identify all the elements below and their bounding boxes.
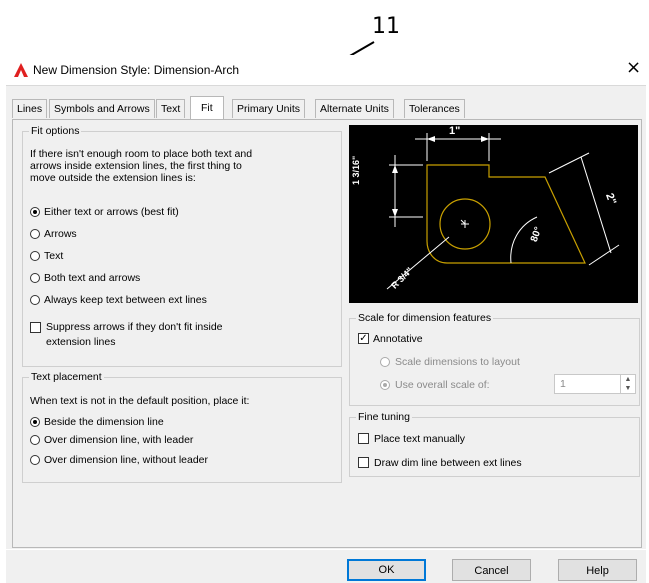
- group-title: Fine tuning: [356, 411, 412, 423]
- radio-label: Beside the dimension line: [44, 416, 164, 428]
- checkbox[interactable]: [30, 322, 41, 333]
- callout-11: 11: [372, 14, 400, 39]
- checkbox-label: Suppress arrows if they don't fit inside…: [46, 321, 223, 348]
- tab-alternate-units[interactable]: Alternate Units: [315, 99, 394, 118]
- tab-text[interactable]: Text: [156, 99, 186, 118]
- cancel-button[interactable]: Cancel: [452, 559, 531, 581]
- radio-label: Use overall scale of:: [395, 379, 490, 391]
- fit-options-description: If there isn't enough room to place both…: [30, 148, 253, 184]
- radio-button[interactable]: [30, 251, 40, 261]
- radio-label: Scale dimensions to layout: [395, 356, 520, 368]
- tab-lines[interactable]: Lines: [12, 99, 48, 118]
- dim-text-left: 1 3/16": [351, 155, 361, 185]
- tab-fit[interactable]: Fit: [190, 96, 224, 119]
- radio-label: Arrows: [44, 228, 77, 240]
- checkbox-label: Annotative: [373, 333, 423, 345]
- group-title: Text placement: [29, 371, 104, 383]
- radio-label: Either text or arrows (best fit): [44, 206, 179, 218]
- tab-primary-units[interactable]: Primary Units: [232, 99, 306, 118]
- group-title: Scale for dimension features: [356, 312, 494, 324]
- spinner-arrows-icon[interactable]: ▲ ▼: [620, 375, 635, 393]
- overall-scale-spinner[interactable]: 1 ▲ ▼: [554, 374, 636, 394]
- radio-button[interactable]: [30, 417, 40, 427]
- radio-label: Text: [44, 250, 64, 262]
- radio-label: Over dimension line, without leader: [44, 454, 209, 466]
- dimension-preview: 1" 1 3/16" 2" 80° R 3/4": [349, 125, 638, 303]
- spinner-value: 1: [560, 378, 566, 390]
- radio-button[interactable]: [30, 207, 40, 217]
- radio-button[interactable]: [380, 380, 390, 390]
- autocad-logo-icon: [14, 63, 28, 77]
- radio-button[interactable]: [30, 229, 40, 239]
- dialog-footer: [6, 550, 646, 583]
- checkbox-label: Place text manually: [374, 433, 466, 445]
- tab-symbols-and-arrows[interactable]: Symbols and Arrows: [49, 99, 155, 118]
- title-bar: New Dimension Style: Dimension-Arch ×: [6, 55, 646, 85]
- checkbox[interactable]: [358, 457, 369, 468]
- tab-tolerances[interactable]: Tolerances: [404, 99, 465, 118]
- radio-button[interactable]: [30, 273, 40, 283]
- help-button[interactable]: Help: [558, 559, 637, 581]
- dim-text-top: 1": [449, 125, 461, 137]
- checkbox-label: Draw dim line between ext lines: [374, 457, 522, 469]
- dimension-style-dialog: New Dimension Style: Dimension-Arch × Li…: [6, 55, 646, 583]
- radio-label: Both text and arrows: [44, 272, 141, 284]
- text-placement-group: Text placement: [22, 371, 342, 483]
- checkbox[interactable]: ✓: [358, 333, 369, 344]
- group-title: Fit options: [29, 125, 82, 137]
- checkbox[interactable]: [358, 433, 369, 444]
- close-icon[interactable]: ×: [626, 59, 641, 77]
- preview-drawing: [386, 133, 620, 290]
- text-placement-description: When text is not in the default position…: [30, 395, 250, 407]
- window-title: New Dimension Style: Dimension-Arch: [33, 63, 240, 77]
- radio-button[interactable]: [380, 357, 390, 367]
- radio-label: Over dimension line, with leader: [44, 434, 194, 446]
- radio-button[interactable]: [30, 435, 40, 445]
- radio-label: Always keep text between ext lines: [44, 294, 207, 306]
- ok-button[interactable]: OK: [347, 559, 426, 581]
- radio-button[interactable]: [30, 295, 40, 305]
- radio-button[interactable]: [30, 455, 40, 465]
